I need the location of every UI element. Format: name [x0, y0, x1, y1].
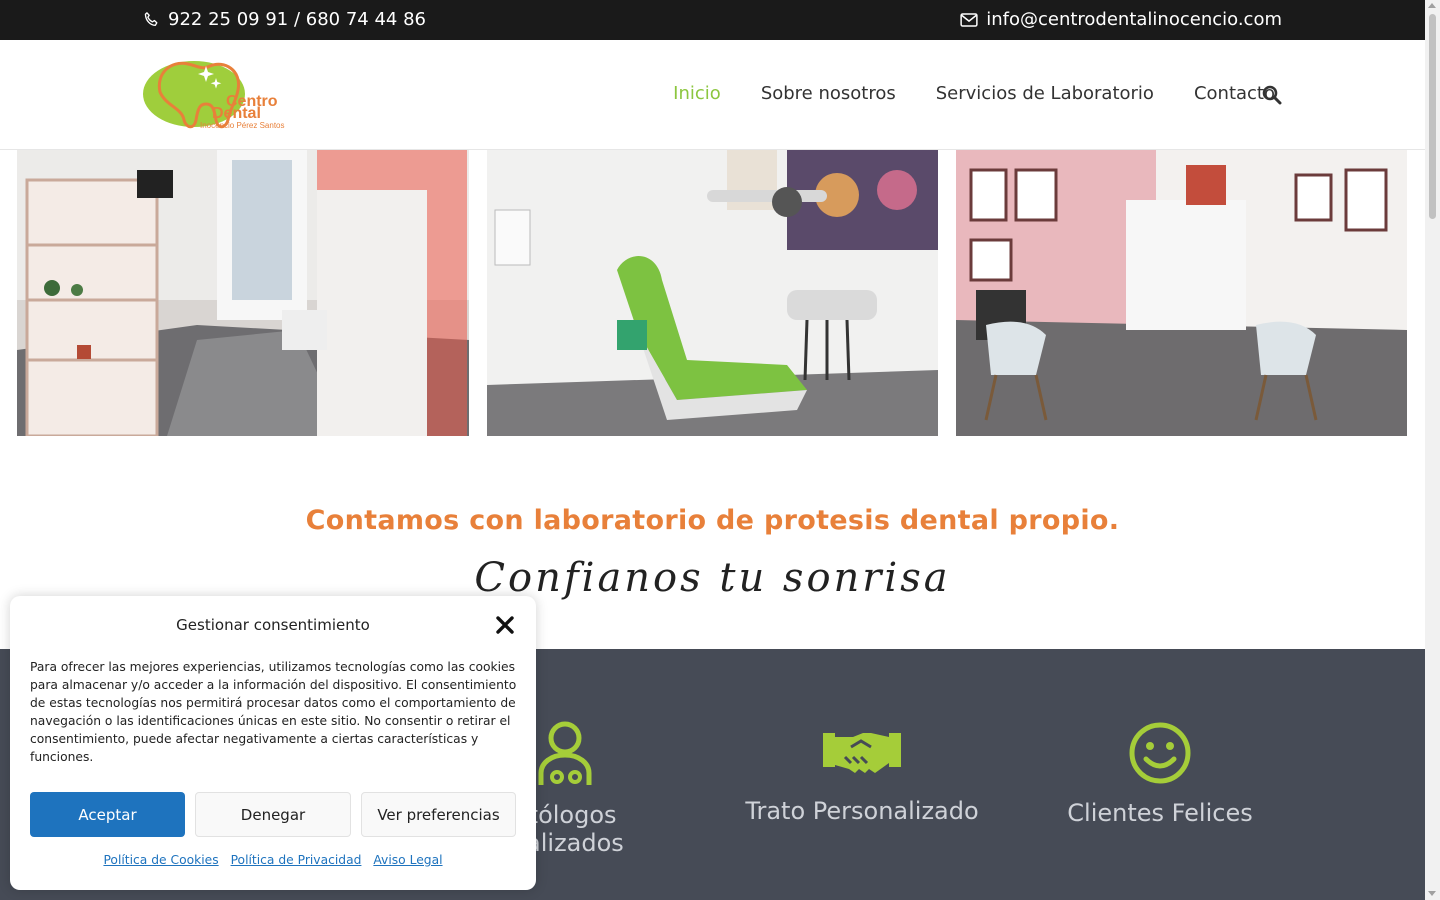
- site-header: Centro Dental Inocencio Pérez Santos Ini…: [0, 40, 1425, 150]
- feature-clientes-felices: Clientes Felices: [1060, 721, 1260, 827]
- legal-notice-link[interactable]: Aviso Legal: [373, 853, 442, 867]
- nav-servicios-laboratorio[interactable]: Servicios de Laboratorio: [936, 83, 1154, 104]
- hero-banner: [0, 150, 1425, 450]
- feature-trato-personalizado: Trato Personalizado: [742, 721, 982, 825]
- scroll-up-arrow-icon[interactable]: [1428, 3, 1436, 8]
- feature-clientes-label: Clientes Felices: [1067, 799, 1253, 827]
- main-nav: Inicio Sobre nosotros Servicios de Labor…: [673, 83, 1275, 104]
- email-contact[interactable]: info@centrodentalinocencio.com: [960, 9, 1282, 30]
- envelope-icon: [960, 12, 978, 27]
- clinic-photo-reception: [956, 150, 1407, 436]
- scroll-down-arrow-icon[interactable]: [1428, 891, 1436, 896]
- accept-button[interactable]: Aceptar: [30, 792, 185, 837]
- phone-icon: [144, 11, 158, 26]
- page-scrollbar[interactable]: [1425, 0, 1440, 900]
- phone-contact[interactable]: 922 25 09 91 / 680 74 44 86: [142, 9, 426, 30]
- email-address: info@centrodentalinocencio.com: [986, 9, 1282, 30]
- phone-numbers: 922 25 09 91 / 680 74 44 86: [168, 9, 426, 30]
- nav-sobre-nosotros[interactable]: Sobre nosotros: [761, 83, 896, 104]
- clinic-photo-dental-chair: [487, 150, 938, 436]
- hero-tagline: Contamos con laboratorio de protesis den…: [305, 505, 1120, 536]
- smile-icon: [1129, 722, 1191, 784]
- cookie-policy-link[interactable]: Política de Cookies: [103, 853, 218, 867]
- user-doctor-icon: [538, 721, 592, 785]
- privacy-policy-link[interactable]: Política de Privacidad: [231, 853, 362, 867]
- consent-body-text: Para ofrecer las mejores experiencias, u…: [30, 660, 517, 764]
- feature-trato-label: Trato Personalizado: [745, 797, 979, 825]
- nav-inicio[interactable]: Inicio: [673, 83, 721, 104]
- cookie-consent-dialog: Gestionar consentimiento Para ofrecer la…: [10, 596, 536, 890]
- search-icon[interactable]: [1262, 85, 1282, 105]
- logo-line2: Dental: [212, 105, 261, 122]
- deny-button[interactable]: Denegar: [195, 792, 351, 837]
- consent-links: Política de Cookies Política de Privacid…: [10, 853, 536, 867]
- consent-title: Gestionar consentimiento: [176, 616, 370, 634]
- scrollbar-thumb[interactable]: [1429, 14, 1436, 219]
- clinic-photo-waiting-room: [17, 150, 469, 436]
- close-icon[interactable]: [496, 616, 514, 634]
- tooth-logo-icon: Centro Dental Inocencio Pérez Santos: [143, 61, 285, 130]
- handshake-icon: [823, 733, 901, 773]
- preferences-button[interactable]: Ver preferencias: [361, 792, 516, 837]
- top-bar: 922 25 09 91 / 680 74 44 86 info@centrod…: [0, 0, 1425, 40]
- logo-line3: Inocencio Pérez Santos: [200, 121, 285, 130]
- site-logo[interactable]: Centro Dental Inocencio Pérez Santos: [142, 52, 292, 138]
- hero-script-slogan: Confianos tu sonrisa: [474, 555, 951, 601]
